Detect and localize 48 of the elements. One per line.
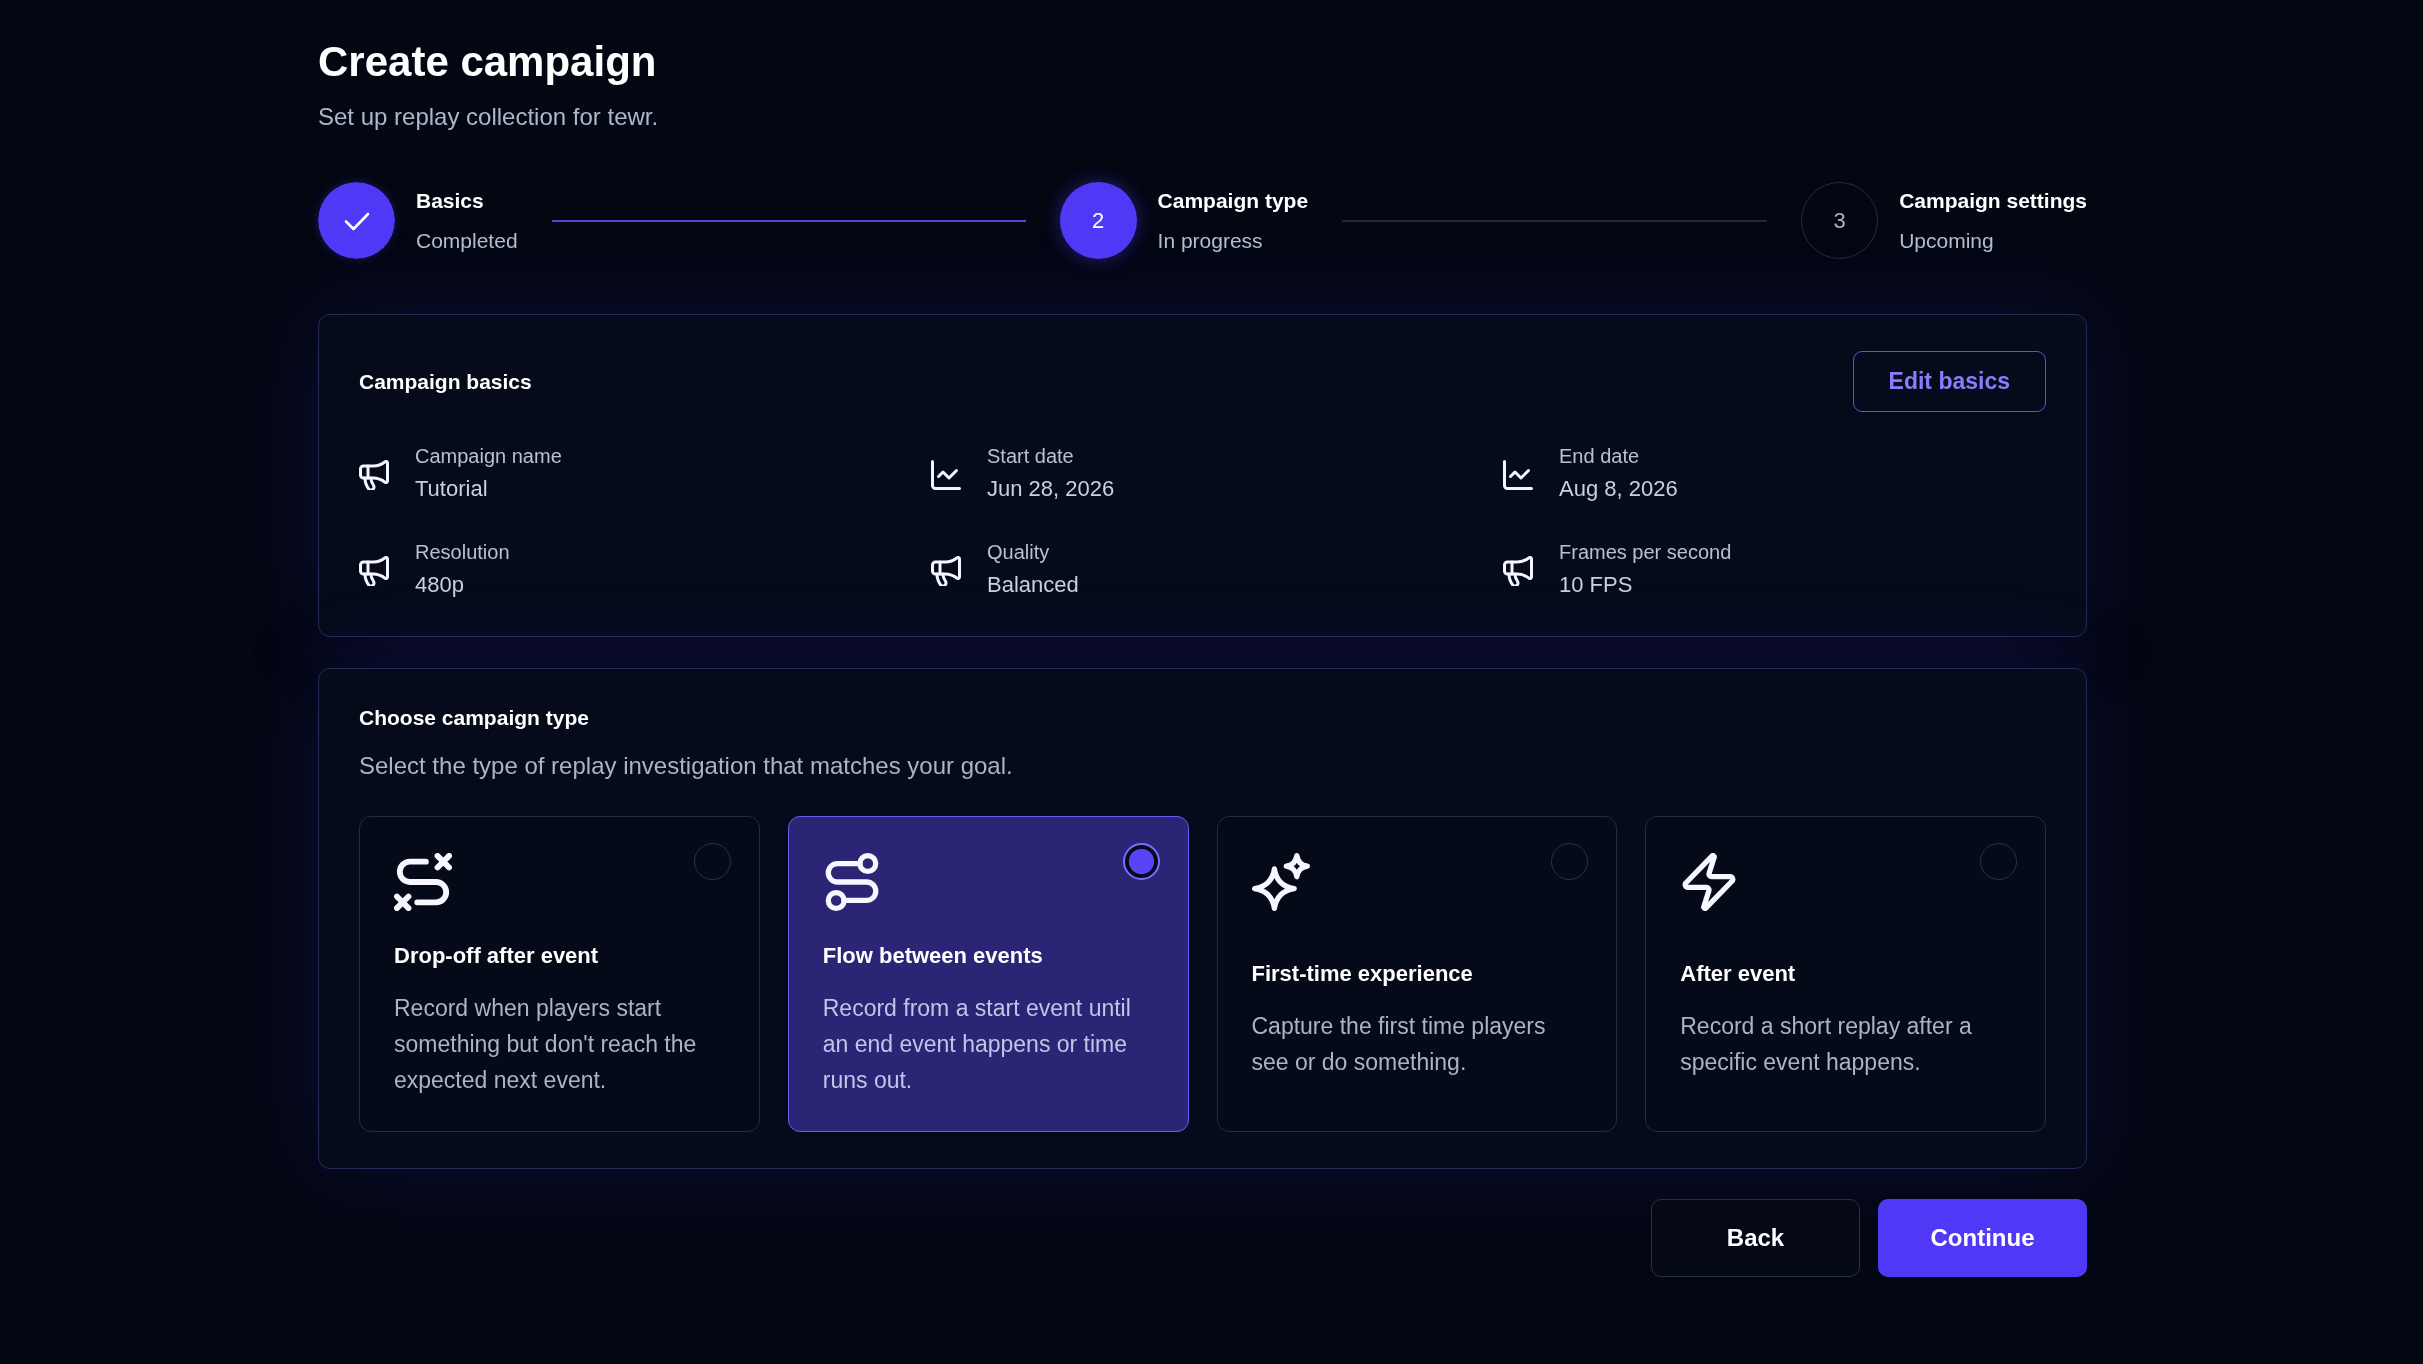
field-value: Aug 8, 2026	[1559, 475, 1678, 503]
line-chart-icon	[1503, 460, 1533, 490]
field-value: Balanced	[987, 571, 1079, 599]
campaign-type-card[interactable]: First-time experience Capture the first time players see or do something.	[1216, 816, 1618, 1132]
radio-button[interactable]	[1122, 843, 1160, 880]
campaign-type-card[interactable]: After event Record a short replay after a specific event happens.	[1645, 816, 2046, 1132]
option-description: Record when players start something but don't reach the expected next event.	[394, 994, 698, 1095]
option-title: Drop-off after event	[394, 942, 599, 970]
secondary-button[interactable]: Back	[1651, 1199, 1860, 1277]
edit-basics-button[interactable]: Edit basics	[1852, 351, 2046, 412]
route-x-icon	[394, 853, 452, 911]
field-label: End date	[1559, 444, 1641, 469]
sparkles-icon	[1251, 853, 1310, 911]
section-description: Select the type of replay investigation that matches your goal.	[359, 751, 1013, 781]
campaign-type-card[interactable]: Drop-off after event Record when players start something but don't reach the expected next event.	[359, 816, 760, 1132]
megaphone-icon	[931, 556, 961, 586]
step-status: In progress	[1157, 227, 1264, 254]
step-label: Basics	[416, 187, 485, 214]
field-value: 10 FPS	[1559, 571, 1634, 599]
step-status: Completed	[416, 227, 518, 254]
step-label: Campaign type	[1157, 187, 1309, 214]
step-label: Campaign settings	[1899, 187, 2087, 214]
field-label: Quality	[987, 540, 1051, 565]
option-description: Record a short replay after a specific event happens.	[1680, 1012, 1973, 1077]
option-description: Capture the first time players see or do something.	[1251, 1012, 1547, 1077]
line-chart-icon	[931, 460, 961, 490]
megaphone-icon	[1503, 556, 1533, 586]
megaphone-icon	[359, 460, 389, 490]
option-description: Record from a start event until an end event happens or time runs out.	[822, 994, 1132, 1095]
option-title: After event	[1680, 960, 1796, 988]
field-label: Campaign name	[415, 444, 562, 469]
field-label: Start date	[987, 444, 1075, 469]
option-title: Flow between events	[822, 942, 1043, 970]
option-title: First-time experience	[1251, 960, 1473, 988]
primary-button[interactable]: Continue	[1878, 1199, 2087, 1277]
field-value: Jun 28, 2026	[987, 475, 1115, 503]
field-label: Frames per second	[1559, 540, 1732, 565]
section-title: Campaign basics	[359, 368, 532, 395]
field-value: Tutorial	[415, 475, 489, 503]
step-number: 2	[1059, 182, 1137, 259]
field-value: 480p	[415, 571, 465, 599]
field-label: Resolution	[415, 540, 510, 565]
campaign-type-card[interactable]: Flow between events Record from a start event until an end event happens or time runs out.	[787, 816, 1189, 1132]
step-status: Upcoming	[1899, 227, 1995, 254]
section-title: Choose campaign type	[359, 705, 589, 731]
page-title: Create campaign	[318, 37, 658, 87]
megaphone-icon	[359, 556, 389, 586]
page-subtitle: Set up replay collection for tewr.	[318, 102, 660, 132]
